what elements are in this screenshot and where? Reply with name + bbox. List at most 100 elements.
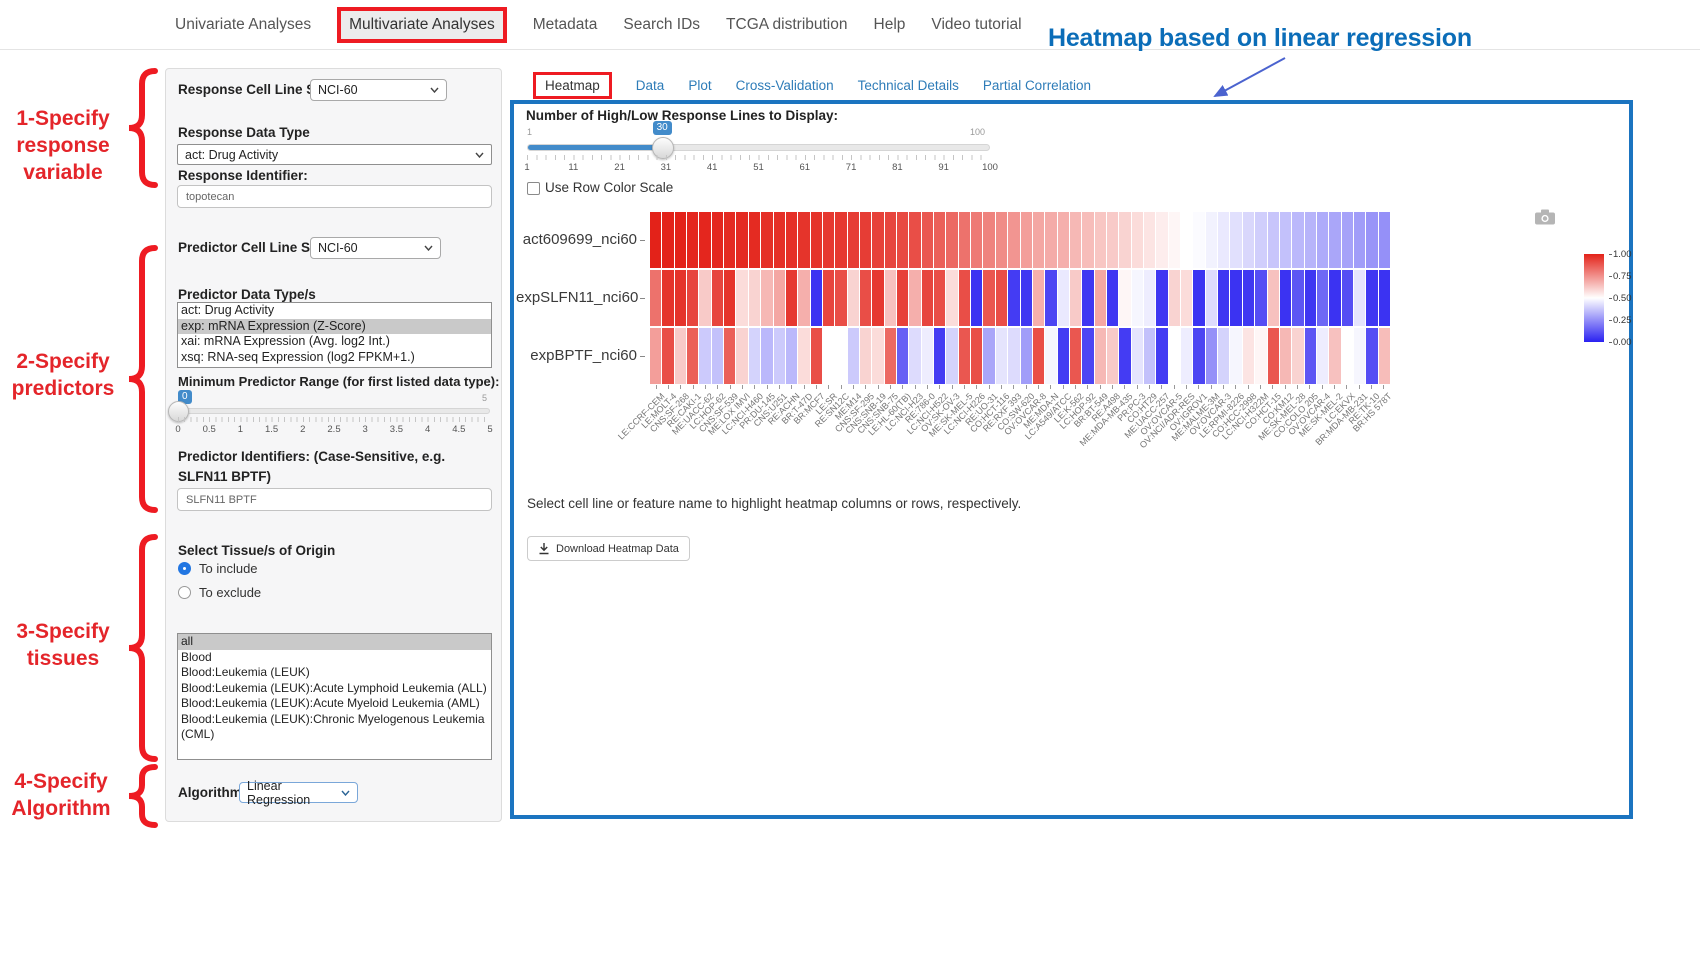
tick-label: 61 <box>800 162 811 173</box>
tick-label: 0 <box>175 424 180 435</box>
heatmap-cell <box>835 270 846 326</box>
heatmap-cell <box>848 212 859 268</box>
download-heatmap-data-button[interactable]: Download Heatmap Data <box>527 536 690 561</box>
predictor-data-type-option-act[interactable]: act: Drug Activity <box>178 303 491 319</box>
heatmap-cell <box>1193 270 1204 326</box>
heatmap-cell <box>835 328 846 384</box>
heatmap-cell <box>860 270 871 326</box>
tissue-option[interactable]: Blood:Leukemia (LEUK):Chronic Myelogenou… <box>178 712 491 743</box>
x-tick <box>964 385 965 389</box>
heatmap-cell <box>1132 328 1143 384</box>
tissue-option[interactable]: all <box>178 634 491 650</box>
x-tick <box>989 385 990 389</box>
heatmap-cell <box>1156 270 1167 326</box>
heatmap-cell <box>687 328 698 384</box>
response-cell-line-set-select[interactable]: NCI-60 <box>310 79 447 101</box>
heatmap-cell <box>1095 328 1106 384</box>
tab-heatmap[interactable]: Heatmap <box>533 72 612 99</box>
tab-data[interactable]: Data <box>636 78 665 93</box>
page: Univariate Analyses Multivariate Analyses… <box>0 0 1700 956</box>
tab-plot[interactable]: Plot <box>688 78 711 93</box>
heatmap-plot[interactable] <box>650 212 1390 386</box>
nav-item-search-ids[interactable]: Search IDs <box>623 10 700 40</box>
nav-item-metadata[interactable]: Metadata <box>533 10 598 40</box>
response-identifier-input[interactable] <box>177 185 492 208</box>
predictor-data-types-listbox[interactable]: act: Drug Activityexp: mRNA Expression (… <box>177 302 492 368</box>
heatmap-cell <box>1379 328 1390 384</box>
algorithm-select[interactable]: Linear Regression <box>239 782 358 803</box>
tissue-radio-to-exclude[interactable]: To exclude <box>178 585 261 600</box>
tissue-option[interactable]: Blood:Leukemia (LEUK) <box>178 665 491 681</box>
heatmap-column-labels: LE:CCRF-CEMLE:MOLT-4CNS:SF-268RE:CAKI-1M… <box>650 391 1390 481</box>
heatmap-cell <box>1218 270 1229 326</box>
predictor-data-type-option-xai[interactable]: xai: mRNA Expression (Avg. log2 Int.) <box>178 334 491 350</box>
x-tick <box>656 385 657 389</box>
nav-item-help[interactable]: Help <box>874 10 906 40</box>
annotation-arrow-icon <box>1203 52 1298 104</box>
heatmap-row-label-act609699-nci60[interactable]: act609699_nci60 <box>516 231 646 248</box>
heatmap-cell <box>996 270 1007 326</box>
tissue-radio-to-include[interactable]: To include <box>178 561 261 576</box>
heatmap-cell <box>1021 270 1032 326</box>
heatmap-cell <box>1379 270 1390 326</box>
nav-item-multivariate-analyses[interactable]: Multivariate Analyses <box>337 7 507 43</box>
tab-cross-validation[interactable]: Cross-Validation <box>736 78 834 93</box>
tissue-listbox[interactable]: allBloodBlood:Leukemia (LEUK)Blood:Leuke… <box>177 633 492 760</box>
tab-partial-correlation[interactable]: Partial Correlation <box>983 78 1091 93</box>
tick-label: 91 <box>938 162 949 173</box>
heatmap-cell <box>736 328 747 384</box>
x-tick <box>1174 385 1175 389</box>
legend-tick-label: 0.25 <box>1613 315 1632 326</box>
heatmap-cell <box>811 212 822 268</box>
heatmap-cell <box>724 328 735 384</box>
heatmap-cell <box>934 212 945 268</box>
x-tick <box>791 385 792 389</box>
x-tick <box>1137 385 1138 389</box>
heatmap-cell <box>996 212 1007 268</box>
heatmap-cell <box>1144 270 1155 326</box>
predictor-identifiers-input[interactable] <box>177 488 492 511</box>
response-data-type-value: act: Drug Activity <box>185 148 278 162</box>
heatmap-cell <box>724 270 735 326</box>
lines-slider-label: Number of High/Low Response Lines to Dis… <box>526 108 838 123</box>
heatmap-cell <box>1206 328 1217 384</box>
lines-slider-track[interactable] <box>527 144 990 151</box>
heatmap-row-label-expslfn11-nci60[interactable]: expSLFN11_nci60 <box>516 289 646 306</box>
heatmap-cell <box>1132 212 1143 268</box>
heatmap-cell <box>872 212 883 268</box>
heatmap-cell <box>1230 270 1241 326</box>
predictor-data-type-option-xsq[interactable]: xsq: RNA-seq Expression (log2 FPKM+1.) <box>178 350 491 366</box>
tissue-option[interactable]: Blood:Leukemia (LEUK):Acute Myeloid Leuk… <box>178 696 491 712</box>
nav-items: Univariate Analyses Multivariate Analyses… <box>175 7 1022 43</box>
heatmap-cell <box>983 270 994 326</box>
tabs: Heatmap Data Plot Cross-Validation Technical… <box>533 72 1091 99</box>
heatmap-cell <box>1354 328 1365 384</box>
nav-item-tcga-distribution[interactable]: TCGA distribution <box>726 10 847 40</box>
heatmap-cell <box>1095 270 1106 326</box>
heatmap-cell <box>1305 270 1316 326</box>
heatmap-row-label-expbptf-nci60[interactable]: expBPTF_nci60 <box>516 347 646 364</box>
camera-icon[interactable] <box>1534 208 1556 226</box>
heatmap-cell <box>909 270 920 326</box>
heatmap-cell <box>1181 328 1192 384</box>
predictor-cell-line-set-value: NCI-60 <box>318 241 358 255</box>
row-color-scale-checkbox[interactable] <box>527 182 540 195</box>
lines-slider-tick-labels: 1112131415161718191100 <box>527 162 990 174</box>
min-predictor-range-track[interactable] <box>178 408 490 414</box>
heatmap-cell <box>1354 270 1365 326</box>
response-data-type-select[interactable]: act: Drug Activity <box>177 144 492 165</box>
heatmap-cell <box>736 270 747 326</box>
tab-technical-details[interactable]: Technical Details <box>858 78 959 93</box>
x-tick <box>1026 385 1027 389</box>
predictor-cell-line-set-select[interactable]: NCI-60 <box>310 237 441 259</box>
heatmap-cell <box>1243 270 1254 326</box>
predictor-data-type-option-exp[interactable]: exp: mRNA Expression (Z-Score) <box>178 319 491 335</box>
min-predictor-range-max-label: 5 <box>482 393 487 403</box>
tissue-option[interactable]: Blood:Leukemia (LEUK):Acute Lymphoid Leu… <box>178 681 491 697</box>
x-tick <box>705 385 706 389</box>
x-tick <box>1198 385 1199 389</box>
tissue-option[interactable]: Blood <box>178 650 491 666</box>
nav-item-univariate-analyses[interactable]: Univariate Analyses <box>175 10 311 40</box>
lines-slider-ticks <box>527 155 990 160</box>
nav-item-video-tutorial[interactable]: Video tutorial <box>931 10 1021 40</box>
